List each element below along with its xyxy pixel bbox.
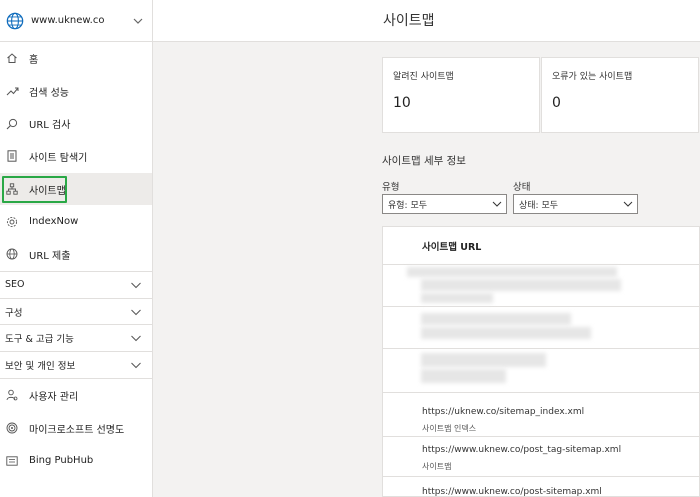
sitemap-type: 사이트맵 인덱스 <box>422 424 477 433</box>
site-switcher[interactable]: www.uknew.co <box>0 0 152 42</box>
chevron-down-icon <box>133 18 143 24</box>
page-title: 사이트맵 <box>383 13 435 29</box>
chevron-down-icon <box>623 201 633 207</box>
table-row-redacted[interactable] <box>383 265 699 307</box>
sidebar-item-clarity[interactable]: 마이크로소프트 선명도 <box>0 412 152 445</box>
sidebar-item-label: Bing PubHub <box>29 455 94 467</box>
sidebar-item-search-performance[interactable]: 검색 성능 <box>0 75 152 108</box>
user-icon <box>5 388 19 402</box>
table-row[interactable]: https://www.uknew.co/post_tag-sitemap.xm… <box>383 437 699 477</box>
stats-row: 알려진 사이트맵 10 오류가 있는 사이트맵 0 <box>382 57 700 133</box>
filter-label-status: 상태 <box>513 182 531 193</box>
sidebar-item-label: URL 검사 <box>29 120 71 132</box>
sitemap-url-link[interactable]: https://www.uknew.co/post_tag-sitemap.xm… <box>422 445 699 455</box>
section-title: 사이트맵 세부 정보 <box>382 155 466 167</box>
active-highlight-outline <box>2 175 67 203</box>
redacted-block <box>407 267 617 277</box>
sidebar-item-label: IndexNow <box>29 216 79 228</box>
search-icon <box>5 117 19 131</box>
page-header: 사이트맵 <box>153 0 700 42</box>
chevron-down-icon <box>131 362 141 369</box>
sidebar-item-url-submission[interactable]: URL 제출 <box>0 238 152 271</box>
home-icon <box>5 51 19 65</box>
site-name: www.uknew.co <box>31 15 105 26</box>
table-header-sitemap-url[interactable]: 사이트맵 URL <box>383 227 699 265</box>
sidebar-bottom-group: 사용자 관리 마이크로소프트 선명도 Bing PubHub <box>0 378 152 477</box>
sidebar-section-seo[interactable]: SEO <box>0 270 152 298</box>
pubhub-icon <box>5 454 19 468</box>
sidebar-item-user-management[interactable]: 사용자 관리 <box>0 379 152 412</box>
dropdown-value: 유형: 모두 <box>388 200 428 211</box>
table-row[interactable]: https://www.uknew.co/post-sitemap.xml <box>383 477 699 496</box>
sitemap-url-link[interactable]: https://www.uknew.co/post-sitemap.xml <box>422 487 699 496</box>
sitemaps-table: 사이트맵 URL https://uknew.co/sitemap_index.… <box>382 226 700 497</box>
table-row-redacted[interactable] <box>383 349 699 393</box>
sidebar-item-bing-pubhub[interactable]: Bing PubHub <box>0 444 152 477</box>
sidebar-item-label: 사용자 관리 <box>29 391 79 403</box>
chevron-down-icon <box>131 282 141 288</box>
filter-label-type: 유형 <box>382 182 400 193</box>
sidebar-item-label: 검색 성능 <box>29 87 69 99</box>
trend-icon <box>5 84 19 98</box>
sidebar-item-sitemaps[interactable]: 사이트맵 <box>0 172 152 206</box>
sidebar-item-home[interactable]: 홈 <box>0 42 152 75</box>
document-icon <box>5 149 19 163</box>
sidebar-section-tools[interactable]: 도구 & 고급 기능 <box>0 324 152 351</box>
sidebar-section-label: 보안 및 개인 정보 <box>5 361 76 373</box>
stat-card-sitemaps-with-errors: 오류가 있는 사이트맵 0 <box>541 57 699 133</box>
globe-icon <box>6 12 24 29</box>
sidebar-item-label: 사이트 탐색기 <box>29 152 88 164</box>
chevron-down-icon <box>131 335 141 342</box>
stat-label: 알려진 사이트맵 <box>393 72 454 82</box>
status-filter-dropdown[interactable]: 상태: 모두 <box>513 194 638 214</box>
sidebar-item-label: 홈 <box>29 54 39 66</box>
gear-icon <box>5 215 19 229</box>
redacted-block <box>421 353 546 367</box>
redacted-block <box>421 279 621 291</box>
sidebar-section-label: SEO <box>5 279 25 291</box>
sitemap-type: 사이트맵 <box>422 462 452 471</box>
chevron-down-icon <box>131 309 141 315</box>
stat-card-known-sitemaps: 알려진 사이트맵 10 <box>382 57 540 133</box>
sidebar-item-label: URL 제출 <box>29 250 71 262</box>
sidebar-item-label: 마이크로소프트 선명도 <box>29 424 125 436</box>
sidebar-section-security-privacy[interactable]: 보안 및 개인 정보 <box>0 351 152 378</box>
type-filter-dropdown[interactable]: 유형: 모두 <box>382 194 507 214</box>
sidebar-section-configuration[interactable]: 구성 <box>0 297 152 325</box>
sidebar-section-label: 도구 & 고급 기능 <box>5 334 74 346</box>
clarity-icon <box>5 421 19 435</box>
sitemap-url-link[interactable]: https://uknew.co/sitemap_index.xml <box>422 407 699 417</box>
stat-value: 0 <box>552 95 561 111</box>
table-row-redacted[interactable] <box>383 307 699 349</box>
sidebar-item-site-explorer[interactable]: 사이트 탐색기 <box>0 140 152 173</box>
dropdown-value: 상태: 모두 <box>519 200 559 211</box>
chevron-down-icon <box>492 201 502 207</box>
sidebar-item-url-inspection[interactable]: URL 검사 <box>0 107 152 140</box>
stat-value: 10 <box>393 95 411 111</box>
redacted-block <box>421 293 493 303</box>
table-row[interactable]: https://uknew.co/sitemap_index.xml 사이트맵 … <box>383 393 699 437</box>
redacted-block <box>421 327 591 339</box>
stat-label: 오류가 있는 사이트맵 <box>552 72 633 82</box>
sidebar: www.uknew.co 홈 검색 성능 URL 검사 사이트 탐색기 사이트맵… <box>0 0 153 497</box>
redacted-block <box>421 369 506 383</box>
redacted-block <box>421 313 571 325</box>
sidebar-section-label: 구성 <box>5 307 23 319</box>
globe-icon <box>5 247 19 261</box>
sidebar-item-indexnow[interactable]: IndexNow <box>0 205 152 238</box>
